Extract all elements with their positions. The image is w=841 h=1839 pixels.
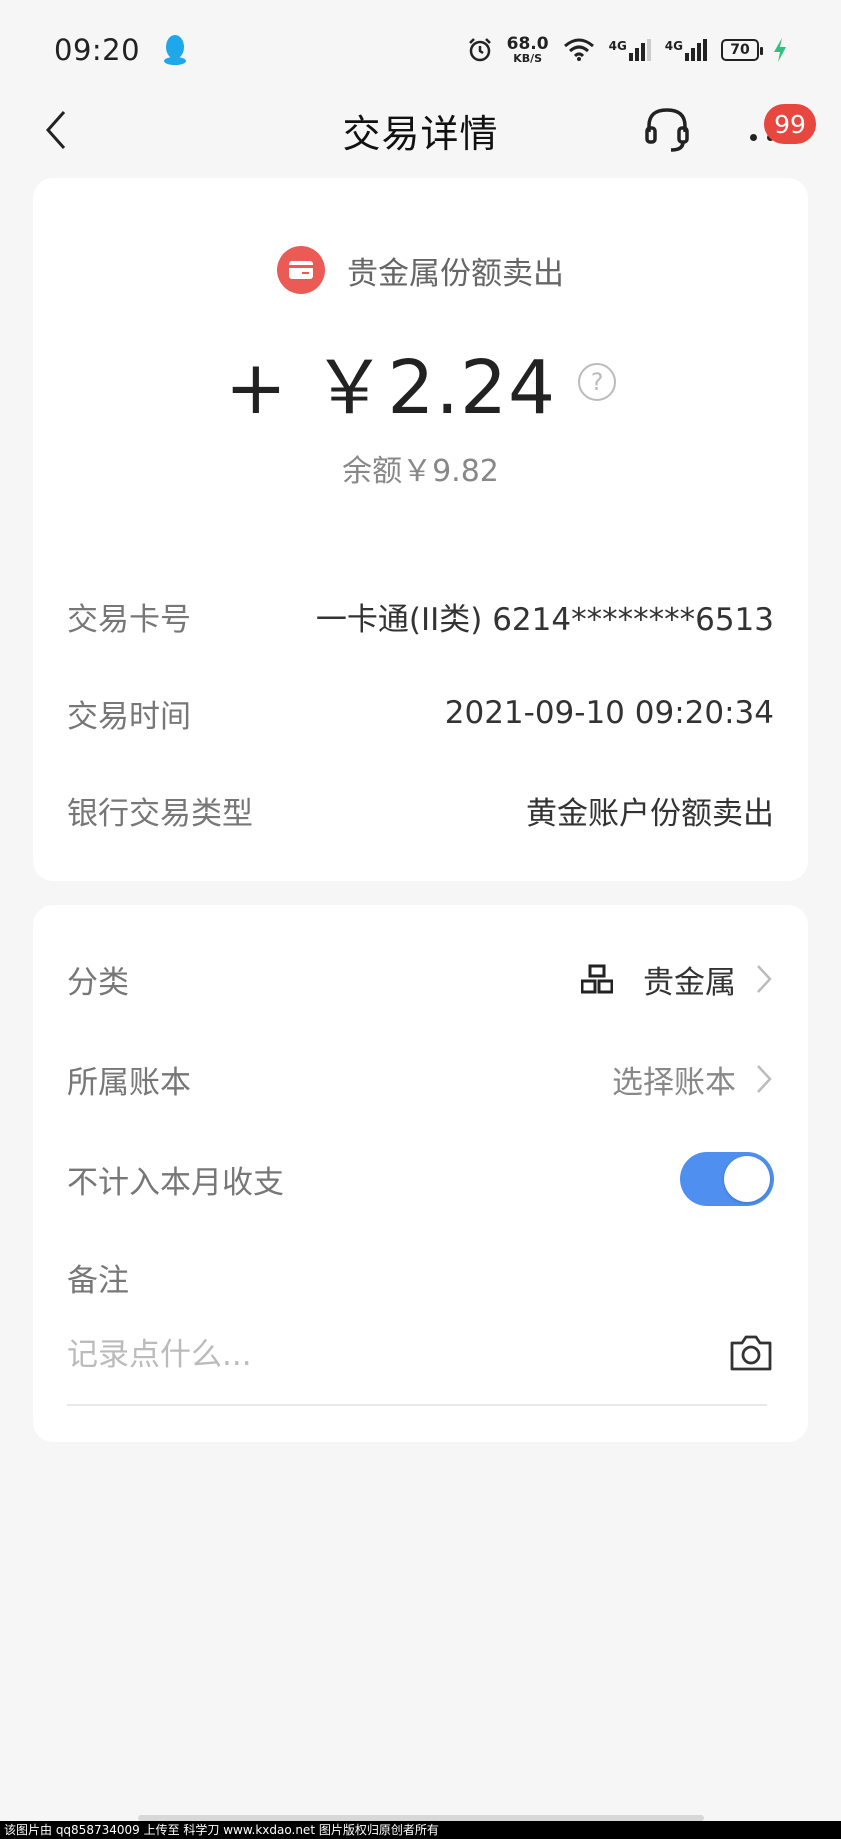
- charging-icon: [774, 38, 786, 62]
- bank-transaction-type-label: 银行交易类型: [67, 795, 253, 832]
- more-button[interactable]: 99: [746, 104, 816, 152]
- note-input[interactable]: [67, 1325, 707, 1385]
- signal-bars-icon: [628, 39, 651, 61]
- wifi-icon: [563, 38, 594, 61]
- signal-bars-icon: [685, 39, 707, 61]
- alarm-icon: [468, 38, 491, 62]
- back-button[interactable]: [42, 108, 72, 152]
- card-icon: [277, 246, 325, 294]
- battery-level: 70: [730, 42, 750, 58]
- card-number-row: 交易卡号 一卡通(II类) 6214********6513: [67, 591, 774, 641]
- balance: 余额￥9.82: [342, 454, 499, 489]
- card-number-label: 交易卡号: [67, 601, 191, 638]
- battery-icon: 70: [721, 39, 763, 61]
- nav-header: 交易详情 99: [0, 90, 841, 170]
- camera-icon[interactable]: [728, 1333, 774, 1373]
- transaction-type: 贵金属份额卖出: [33, 246, 808, 294]
- net-speed: 68.0 KB/S: [506, 34, 549, 65]
- chevron-right-icon: [757, 965, 772, 993]
- transaction-time-row: 交易时间 2021-09-10 09:20:34: [67, 688, 774, 738]
- status-icons: 68.0 KB/S 4G 4G 70: [467, 36, 787, 64]
- signal-1: 4G: [609, 39, 651, 61]
- note-underline: [67, 1404, 767, 1406]
- exclude-month-toggle[interactable]: [680, 1152, 774, 1206]
- chevron-right-icon: [757, 1065, 772, 1093]
- transaction-time-label: 交易时间: [67, 698, 191, 735]
- notification-badge: 99: [764, 104, 816, 144]
- transaction-amount: + ￥2.24: [224, 345, 557, 431]
- transaction-type-label: 贵金属份额卖出: [347, 255, 564, 292]
- exclude-month-label: 不计入本月收支: [67, 1164, 284, 1201]
- category-label: 分类: [67, 964, 129, 1001]
- ledger-row[interactable]: 所属账本 选择账本: [67, 1051, 774, 1107]
- bank-transaction-type-row: 银行交易类型 黄金账户份额卖出: [67, 785, 774, 835]
- category-row[interactable]: 分类 贵金属: [67, 951, 774, 1007]
- signal-2: 4G: [665, 39, 707, 61]
- watermark-text: 该图片由 qq858734009 上传至 科学刀 www.kxdao.net 图…: [0, 1821, 841, 1839]
- status-bar: 09:20 68.0 KB/S 4G 4G 70: [0, 0, 841, 100]
- transaction-card: 贵金属份额卖出 + ￥2.24 ? 余额￥9.82 交易卡号 一卡通(II类) …: [33, 178, 808, 881]
- ledger-value: 选择账本: [612, 1064, 736, 1101]
- card-number-value: 一卡通(II类) 6214********6513: [315, 601, 774, 638]
- note-label-row: 备注: [67, 1249, 774, 1305]
- amount-row: + ￥2.24 ?: [33, 328, 808, 435]
- category-value: 贵金属: [643, 964, 736, 1001]
- question-icon[interactable]: ?: [578, 362, 617, 401]
- transaction-time-value: 2021-09-10 09:20:34: [444, 695, 774, 731]
- exclude-month-row: 不计入本月收支: [67, 1151, 774, 1207]
- status-time: 09:20: [54, 33, 141, 67]
- note-label: 备注: [67, 1262, 129, 1299]
- toggle-knob: [724, 1156, 770, 1202]
- category-icon: [581, 964, 613, 994]
- ledger-label: 所属账本: [67, 1064, 191, 1101]
- settings-card: 分类 贵金属 所属账本 选择账本 不计入本月收支 备注 记录点什么...: [33, 905, 808, 1442]
- bank-transaction-type-value: 黄金账户份额卖出: [526, 795, 774, 832]
- customer-service-icon[interactable]: [643, 104, 691, 154]
- page-title: 交易详情: [342, 111, 499, 156]
- qq-icon: [164, 35, 187, 65]
